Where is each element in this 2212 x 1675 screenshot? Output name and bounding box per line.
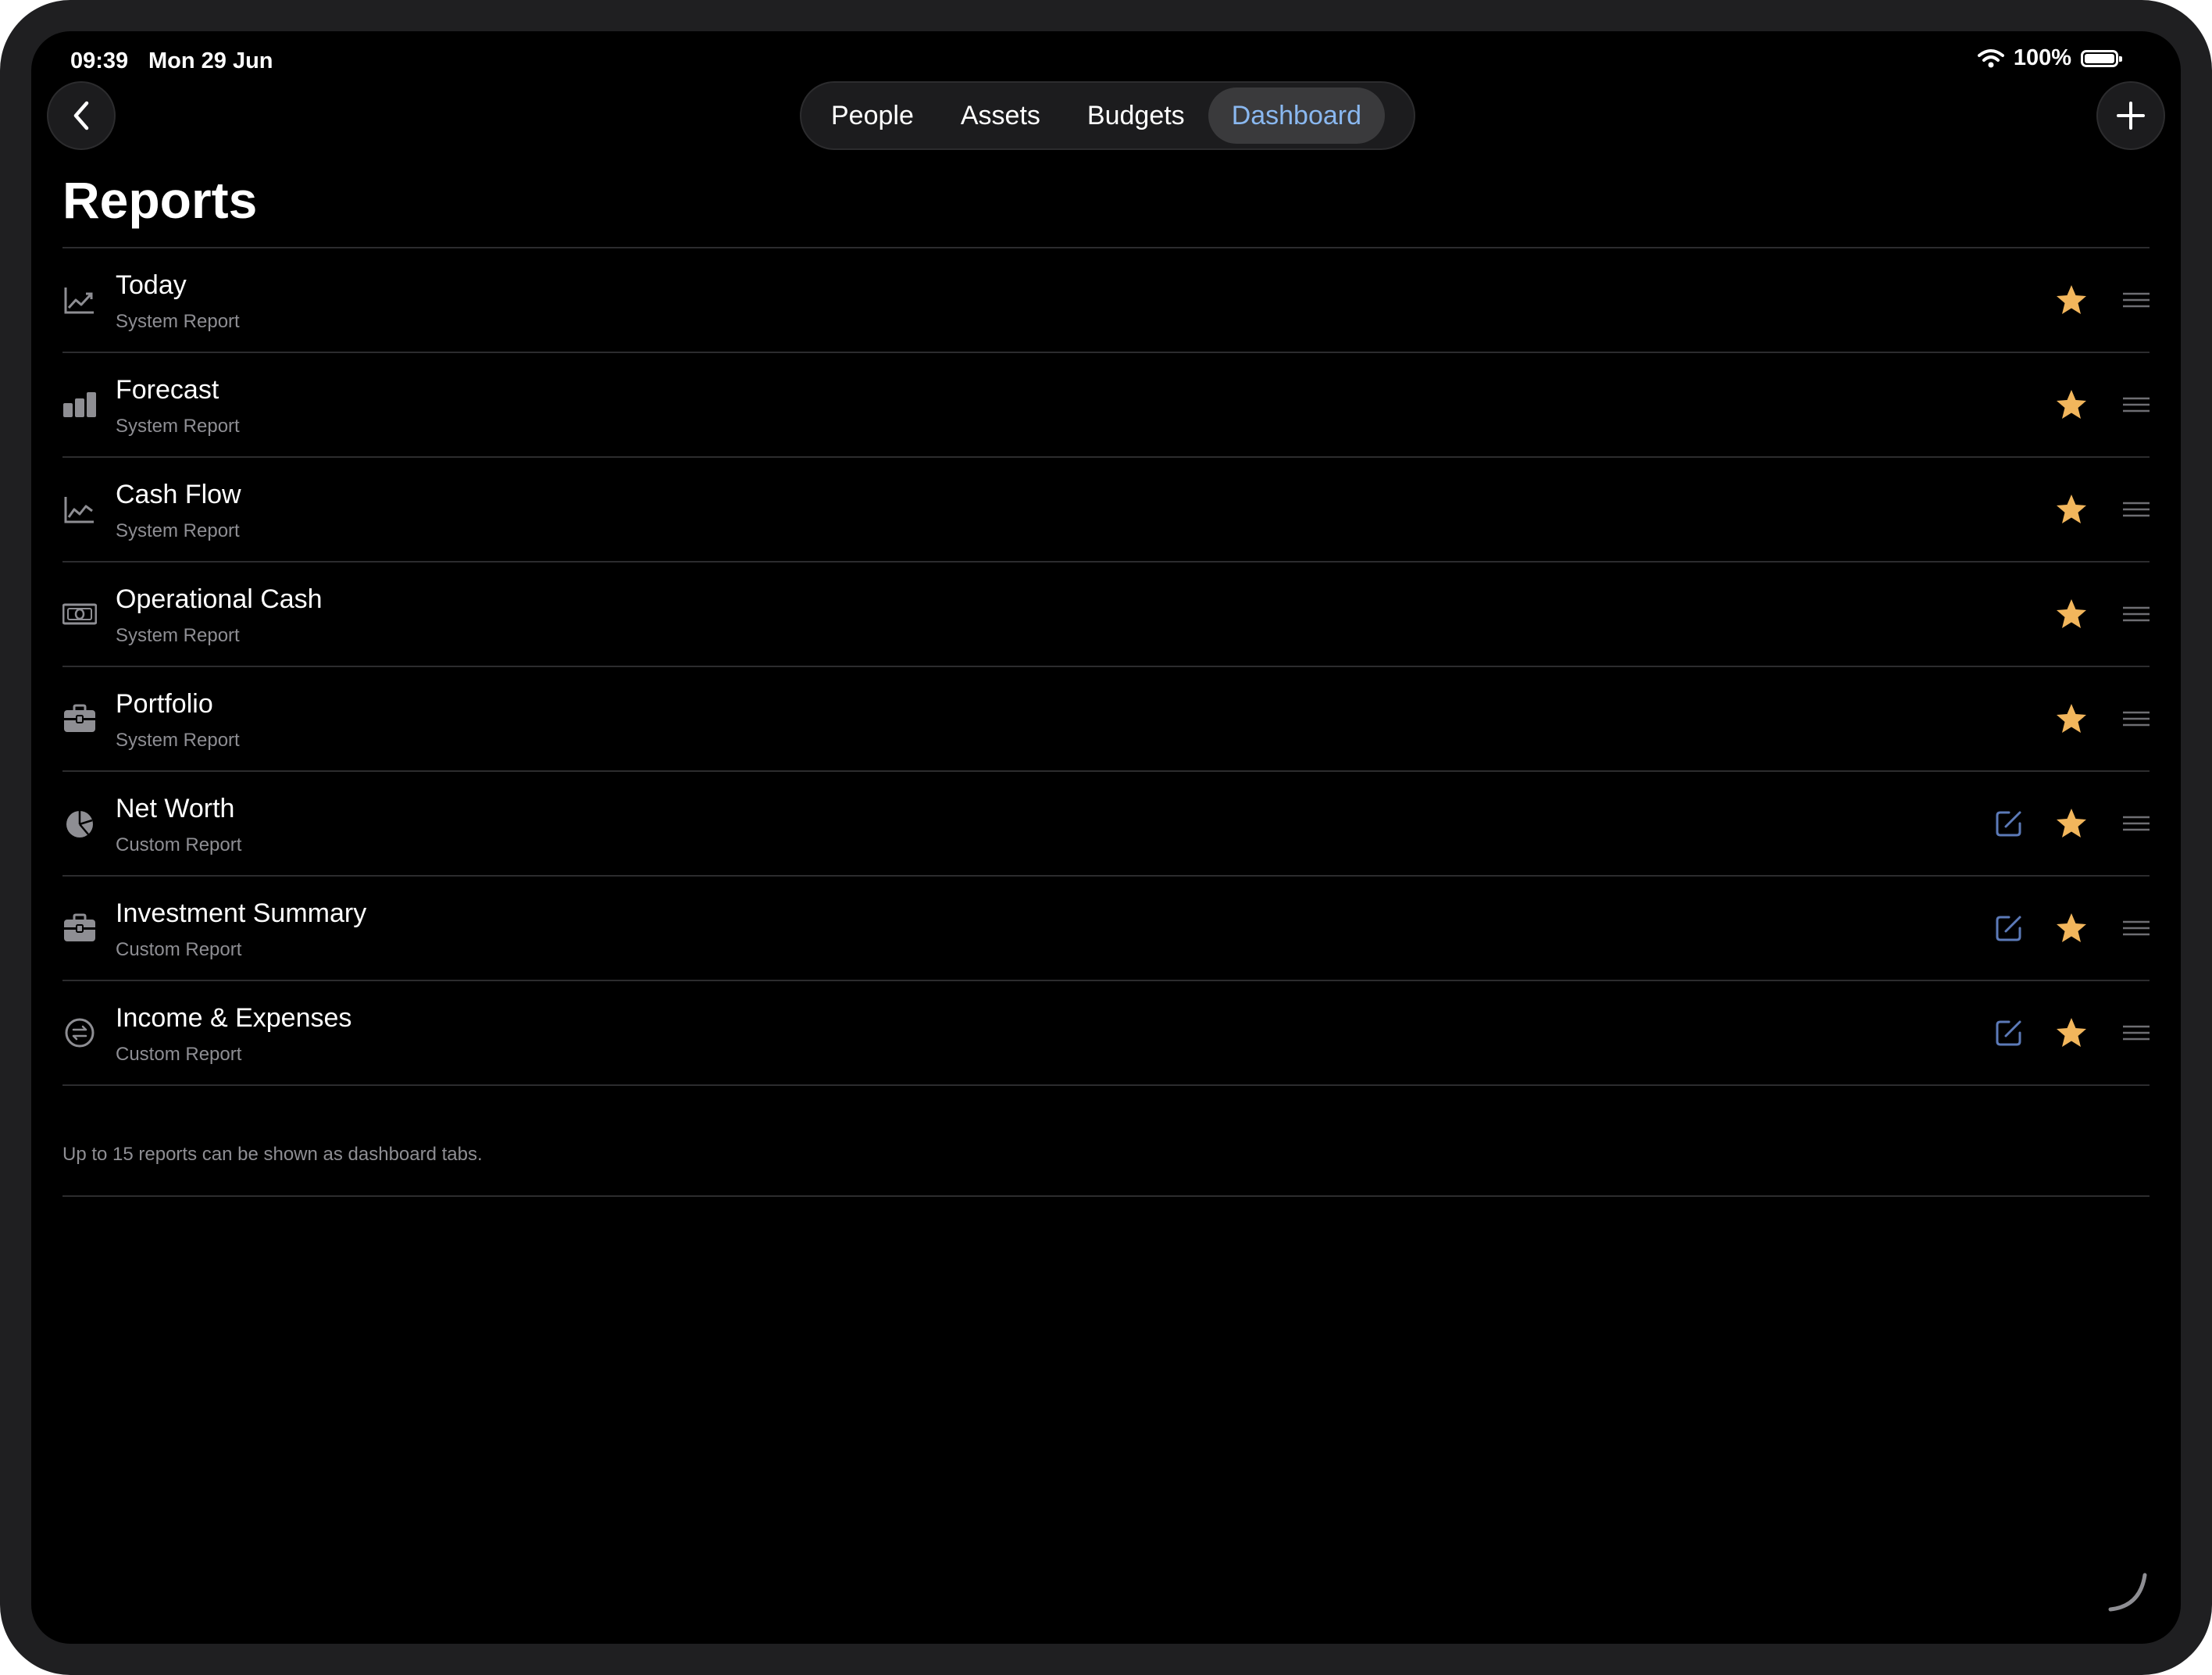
star-icon[interactable] <box>2054 806 2089 841</box>
report-title: Net Worth <box>116 794 235 823</box>
status-bar: 09:39 Mon 29 Jun 100% <box>70 41 2142 78</box>
report-subtitle: Custom Report <box>116 939 242 960</box>
drag-handle-icon[interactable] <box>2123 709 2150 728</box>
resize-corner-icon[interactable] <box>2104 1567 2151 1614</box>
star-icon[interactable] <box>2054 702 2089 736</box>
tab-people[interactable]: People <box>808 88 937 144</box>
report-subtitle: System Report <box>116 730 240 751</box>
status-right: 100% <box>1977 45 2122 71</box>
drag-handle-icon[interactable] <box>2123 1023 2150 1042</box>
footer-note: Up to 15 reports can be shown as dashboa… <box>62 1144 483 1165</box>
report-row-net-worth[interactable]: Net Worth Custom Report <box>62 772 2150 875</box>
wifi-icon <box>1977 48 2004 67</box>
line-chart-icon <box>64 288 94 314</box>
star-icon[interactable] <box>2054 283 2089 317</box>
list-separator <box>62 1084 2150 1086</box>
report-title: Cash Flow <box>116 480 241 509</box>
briefcase-icon <box>64 704 95 732</box>
report-row-cash-flow[interactable]: Cash Flow System Report <box>62 458 2150 561</box>
status-date: Mon 29 Jun <box>148 48 273 73</box>
battery-icon <box>2081 49 2122 67</box>
screen: 09:39 Mon 29 Jun 100% People Assets Budg… <box>31 31 2181 1644</box>
back-button[interactable] <box>47 81 116 150</box>
report-list: Today System Report Forecast System Repo… <box>62 247 2150 1086</box>
banknote-icon <box>62 603 97 625</box>
line-chart-icon <box>64 497 94 523</box>
report-title: Today <box>116 270 187 300</box>
report-row-investment-summary[interactable]: Investment Summary Custom Report <box>62 877 2150 980</box>
footer-separator <box>62 1195 2150 1197</box>
bar-chart-icon <box>63 392 96 417</box>
edit-icon[interactable] <box>1993 808 2025 839</box>
report-title: Forecast <box>116 375 219 405</box>
report-subtitle: System Report <box>116 311 240 332</box>
report-subtitle: System Report <box>116 625 240 646</box>
star-icon[interactable] <box>2054 1016 2089 1050</box>
report-row-forecast[interactable]: Forecast System Report <box>62 353 2150 456</box>
star-icon[interactable] <box>2054 597 2089 631</box>
report-row-income-expenses[interactable]: Income & Expenses Custom Report <box>62 981 2150 1084</box>
drag-handle-icon[interactable] <box>2123 395 2150 414</box>
report-row-today[interactable]: Today System Report <box>62 248 2150 352</box>
report-title: Income & Expenses <box>116 1003 352 1033</box>
add-report-button[interactable] <box>2096 81 2165 150</box>
report-title: Portfolio <box>116 689 213 719</box>
drag-handle-icon[interactable] <box>2123 814 2150 833</box>
device-frame: 09:39 Mon 29 Jun 100% People Assets Budg… <box>0 0 2212 1675</box>
report-subtitle: Custom Report <box>116 1044 242 1065</box>
section-tabs: People Assets Budgets Dashboard <box>800 81 1415 150</box>
report-subtitle: System Report <box>116 520 240 541</box>
drag-handle-icon[interactable] <box>2123 500 2150 519</box>
briefcase-icon <box>64 913 95 941</box>
edit-icon[interactable] <box>1993 912 2025 944</box>
battery-percent: 100% <box>2013 45 2071 70</box>
star-icon[interactable] <box>2054 492 2089 527</box>
plus-icon <box>2117 102 2145 130</box>
star-icon[interactable] <box>2054 911 2089 945</box>
tab-budgets[interactable]: Budgets <box>1064 88 1208 144</box>
drag-handle-icon[interactable] <box>2123 919 2150 938</box>
drag-handle-icon[interactable] <box>2123 605 2150 623</box>
status-time: 09:39 <box>70 48 129 73</box>
report-row-operational-cash[interactable]: Operational Cash System Report <box>62 562 2150 666</box>
chevron-left-icon <box>73 101 89 130</box>
drag-handle-icon[interactable] <box>2123 291 2150 309</box>
report-title: Operational Cash <box>116 584 323 614</box>
tab-assets[interactable]: Assets <box>937 88 1064 144</box>
report-subtitle: System Report <box>116 416 240 437</box>
star-icon[interactable] <box>2054 388 2089 422</box>
report-subtitle: Custom Report <box>116 834 242 855</box>
report-title: Investment Summary <box>116 898 367 928</box>
edit-icon[interactable] <box>1993 1017 2025 1048</box>
pie-chart-icon <box>66 811 93 838</box>
currency-exchange-icon <box>65 1018 95 1048</box>
report-row-portfolio[interactable]: Portfolio System Report <box>62 667 2150 770</box>
tab-dashboard[interactable]: Dashboard <box>1208 88 1386 144</box>
page-title: Reports <box>62 171 258 229</box>
